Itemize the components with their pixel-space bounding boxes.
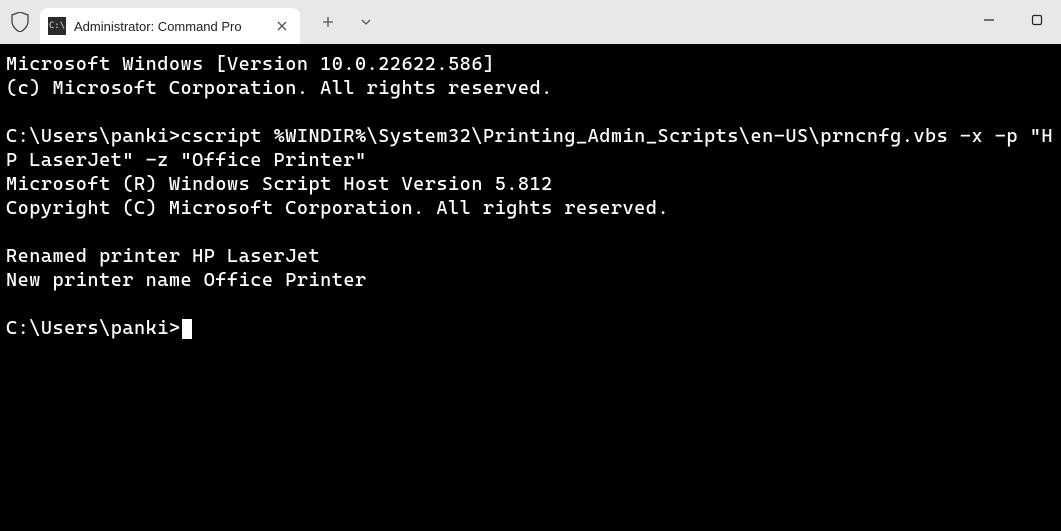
terminal-line: New printer name Office Printer (6, 269, 367, 291)
terminal-line: Microsoft (R) Windows Script Host Versio… (6, 173, 553, 195)
tab-active[interactable]: C:\ Administrator: Command Pro (40, 8, 300, 44)
shield-icon (0, 0, 40, 44)
terminal-output[interactable]: Microsoft Windows [Version 10.0.22622.58… (0, 44, 1061, 531)
terminal-prompt: C:\Users\panki> (6, 125, 181, 147)
terminal-line: Microsoft Windows [Version 10.0.22622.58… (6, 53, 495, 75)
tab-close-button[interactable] (274, 18, 290, 34)
minimize-button[interactable] (965, 0, 1013, 40)
tab-dropdown-button[interactable] (350, 7, 382, 37)
cmd-icon: C:\ (48, 17, 66, 35)
new-tab-button[interactable] (312, 7, 344, 37)
cmd-icon-text: C:\ (49, 21, 65, 31)
terminal-prompt: C:\Users\panki> (6, 317, 181, 339)
terminal-line: Copyright (C) Microsoft Corporation. All… (6, 197, 669, 219)
maximize-button[interactable] (1013, 0, 1061, 40)
tab-actions (312, 7, 382, 37)
titlebar: C:\ Administrator: Command Pro (0, 0, 1061, 44)
tab-title: Administrator: Command Pro (74, 19, 266, 34)
window-controls (965, 0, 1061, 40)
cursor-icon (182, 319, 192, 339)
terminal-line: (c) Microsoft Corporation. All rights re… (6, 77, 553, 99)
terminal-line: Renamed printer HP LaserJet (6, 245, 320, 267)
